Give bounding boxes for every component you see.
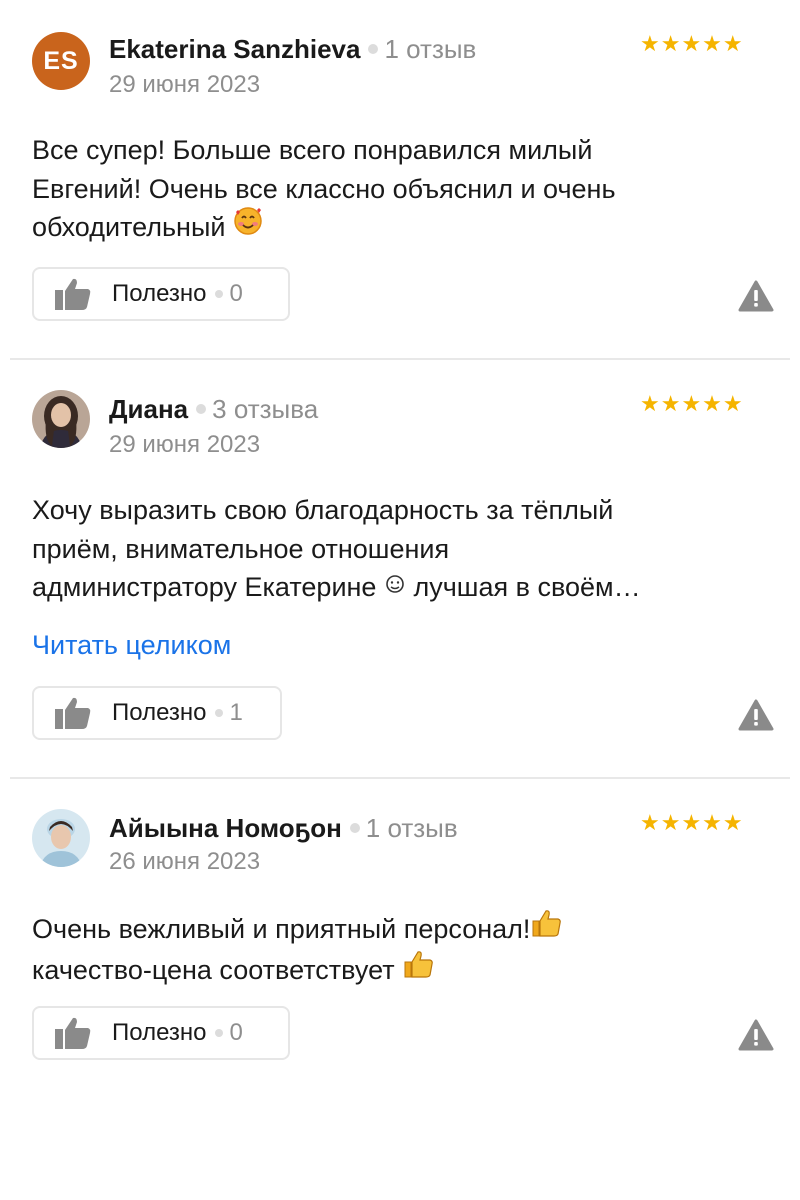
separator-dot bbox=[214, 1029, 223, 1037]
useful-label: Полезно bbox=[112, 280, 207, 307]
author-line: Ekaterina Sanzhieva 1 отзыв bbox=[109, 33, 476, 65]
review-date: 26 июня 2023 bbox=[109, 848, 261, 875]
useful-label: Полезно bbox=[112, 699, 207, 726]
useful-count: 1 bbox=[229, 699, 243, 726]
review-card: ES Ekaterina Sanzhieva 1 отзыв 29 июня 20… bbox=[0, 0, 800, 360]
report-warning-icon[interactable] bbox=[738, 698, 774, 732]
thumbs-up-emoji-icon bbox=[530, 908, 562, 949]
review-text-line: Очень вежливый и приятный персонал! bbox=[32, 914, 531, 944]
report-warning-icon[interactable] bbox=[738, 279, 774, 313]
useful-button[interactable]: Полезно 0 bbox=[32, 267, 290, 321]
thumbs-up-emoji-icon bbox=[402, 949, 434, 990]
author-review-count: 1 отзыв bbox=[384, 34, 477, 64]
review-date: 29 июня 2023 bbox=[109, 431, 261, 458]
rating-stars: ★★★★★ bbox=[640, 31, 744, 56]
separator-dot bbox=[214, 709, 223, 717]
author-line: Диана 3 отзыва bbox=[109, 393, 318, 425]
report-warning-icon[interactable] bbox=[738, 1018, 774, 1052]
review-card: Айыына Номоҕон 1 отзыв 26 июня 2023 ★★★★★… bbox=[0, 779, 800, 1079]
thumbs-up-icon bbox=[54, 696, 92, 730]
review-text-line: обходительный bbox=[32, 212, 226, 242]
author-name[interactable]: Ekaterina Sanzhieva bbox=[109, 34, 360, 64]
rating-stars: ★★★★★ bbox=[640, 810, 744, 835]
separator-dot bbox=[368, 44, 379, 55]
avatar-photo bbox=[32, 390, 90, 448]
rating-stars: ★★★★★ bbox=[640, 391, 744, 416]
useful-count: 0 bbox=[229, 280, 243, 307]
smiling-face-with-hearts-icon bbox=[233, 206, 263, 247]
review-text-line: Хочу выразить свою благодарность за тёпл… bbox=[32, 495, 614, 525]
review-text: Все супер! Больше всего понравился милый… bbox=[32, 131, 772, 249]
review-text-line: Все супер! Больше всего понравился милый bbox=[32, 135, 593, 165]
thumbs-up-icon bbox=[54, 277, 92, 311]
avatar[interactable]: ES bbox=[32, 32, 90, 90]
review-text-line: администратору Екатерине bbox=[32, 572, 377, 602]
avatar[interactable] bbox=[32, 390, 90, 448]
useful-button[interactable]: Полезно 1 bbox=[32, 686, 282, 740]
separator-dot bbox=[214, 290, 223, 298]
author-name[interactable]: Айыына Номоҕон bbox=[109, 813, 342, 843]
read-more-link[interactable]: Читать целиком bbox=[32, 629, 231, 661]
avatar-initials: ES bbox=[43, 46, 79, 75]
review-text-line-3: администратору Екатерине лучшая в своём… bbox=[32, 568, 772, 608]
face-emoji-icon bbox=[384, 567, 406, 606]
thumbs-up-icon bbox=[54, 1016, 92, 1050]
useful-button[interactable]: Полезно 0 bbox=[32, 1006, 290, 1060]
author-review-count: 1 отзыв bbox=[365, 813, 458, 843]
review-text-line-3: обходительный bbox=[32, 206, 772, 249]
review-text-line: Евгений! Очень все классно объяснил и оч… bbox=[32, 173, 616, 204]
review-text: Очень вежливый и приятный персонал! каче… bbox=[32, 908, 772, 992]
review-card: Диана 3 отзыва 29 июня 2023 ★★★★★ Хочу вы… bbox=[0, 360, 800, 780]
review-text-line: приём, внимательное отношения bbox=[32, 533, 450, 564]
avatar[interactable] bbox=[32, 809, 90, 867]
review-date: 29 июня 2023 bbox=[109, 71, 261, 98]
useful-count: 0 bbox=[229, 1019, 243, 1046]
review-text-line: качество-цена соответствует bbox=[32, 955, 395, 986]
useful-label: Полезно bbox=[112, 1019, 207, 1046]
review-text-line-1: Очень вежливый и приятный персонал! bbox=[32, 908, 772, 951]
avatar-photo bbox=[32, 809, 90, 867]
separator-dot bbox=[196, 404, 207, 415]
review-text-line: лучшая в своём… bbox=[413, 572, 641, 602]
review-text-line-2: качество-цена соответствует bbox=[32, 949, 772, 992]
review-text: Хочу выразить свою благодарность за тёпл… bbox=[32, 491, 772, 608]
author-name[interactable]: Диана bbox=[109, 394, 188, 424]
author-line: Айыына Номоҕон 1 отзыв bbox=[109, 812, 458, 844]
separator-dot bbox=[349, 823, 360, 834]
author-review-count: 3 отзыва bbox=[212, 394, 319, 424]
